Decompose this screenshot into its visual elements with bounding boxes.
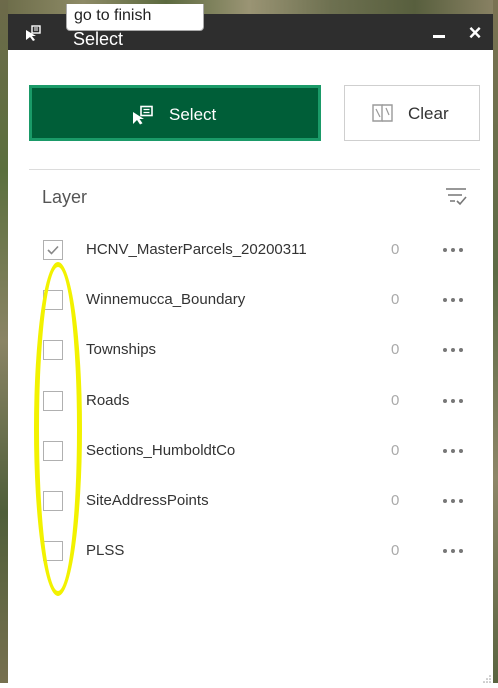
select-widget-panel: Select × Select Clear Layer HCNV_MasterP… <box>8 14 493 683</box>
layer-row: Sections_HumboldtCo 0 <box>8 436 493 466</box>
layer-name: HCNV_MasterParcels_20200311 <box>86 241 307 258</box>
layer-checkbox[interactable] <box>43 290 63 310</box>
minimize-button[interactable] <box>433 26 447 40</box>
divider <box>29 169 480 170</box>
layer-row: SiteAddressPoints 0 <box>8 486 493 516</box>
layer-selection-count: 0 <box>391 341 400 358</box>
layer-checkbox[interactable] <box>43 340 63 360</box>
tooltip: go to finish <box>66 4 204 31</box>
select-widget-icon <box>24 24 42 42</box>
clear-button[interactable]: Clear <box>344 85 480 141</box>
select-button[interactable]: Select <box>29 85 321 141</box>
layer-more-options-icon[interactable] <box>440 339 470 359</box>
clear-button-label: Clear <box>408 104 449 123</box>
layer-more-options-icon[interactable] <box>440 390 470 410</box>
layer-checkbox[interactable] <box>43 491 63 511</box>
layer-selection-count: 0 <box>391 241 400 258</box>
layer-row: Winnemucca_Boundary 0 <box>8 285 493 315</box>
checkmark-icon <box>47 245 59 255</box>
widget-title: Select <box>73 29 124 49</box>
layer-checkbox[interactable] <box>43 240 63 260</box>
layer-name: PLSS <box>86 542 125 559</box>
resize-handle-icon[interactable] <box>483 670 491 683</box>
layer-list-header: Layer <box>42 187 88 207</box>
layer-more-options-icon[interactable] <box>440 289 470 309</box>
close-button[interactable]: × <box>465 22 485 44</box>
layer-row: PLSS 0 <box>8 536 493 566</box>
filter-list-icon[interactable] <box>444 185 468 207</box>
layer-row: Townships 0 <box>8 335 493 365</box>
layer-name: Sections_HumboldtCo <box>86 442 236 459</box>
layer-name: SiteAddressPoints <box>86 492 209 509</box>
layer-more-options-icon[interactable] <box>440 440 470 460</box>
layer-row: HCNV_MasterParcels_20200311 0 <box>8 235 493 265</box>
layer-selection-count: 0 <box>391 291 400 308</box>
layer-name: Roads <box>86 392 130 409</box>
layer-more-options-icon[interactable] <box>440 540 470 560</box>
clear-selection-icon <box>371 103 395 123</box>
layer-selection-count: 0 <box>391 442 400 459</box>
layer-selection-count: 0 <box>391 542 400 559</box>
layer-name: Winnemucca_Boundary <box>86 291 246 308</box>
map-background-right <box>493 0 498 683</box>
layer-name: Townships <box>86 341 157 358</box>
layer-selection-count: 0 <box>391 392 400 409</box>
layer-more-options-icon[interactable] <box>440 239 470 259</box>
layer-selection-count: 0 <box>391 492 400 509</box>
layer-checkbox[interactable] <box>43 391 63 411</box>
layer-checkbox[interactable] <box>43 541 63 561</box>
select-tool-icon <box>131 105 155 125</box>
layer-more-options-icon[interactable] <box>440 490 470 510</box>
layer-row: Roads 0 <box>8 386 493 416</box>
select-button-label: Select <box>169 105 217 124</box>
map-background-left <box>0 0 8 683</box>
layer-checkbox[interactable] <box>43 441 63 461</box>
